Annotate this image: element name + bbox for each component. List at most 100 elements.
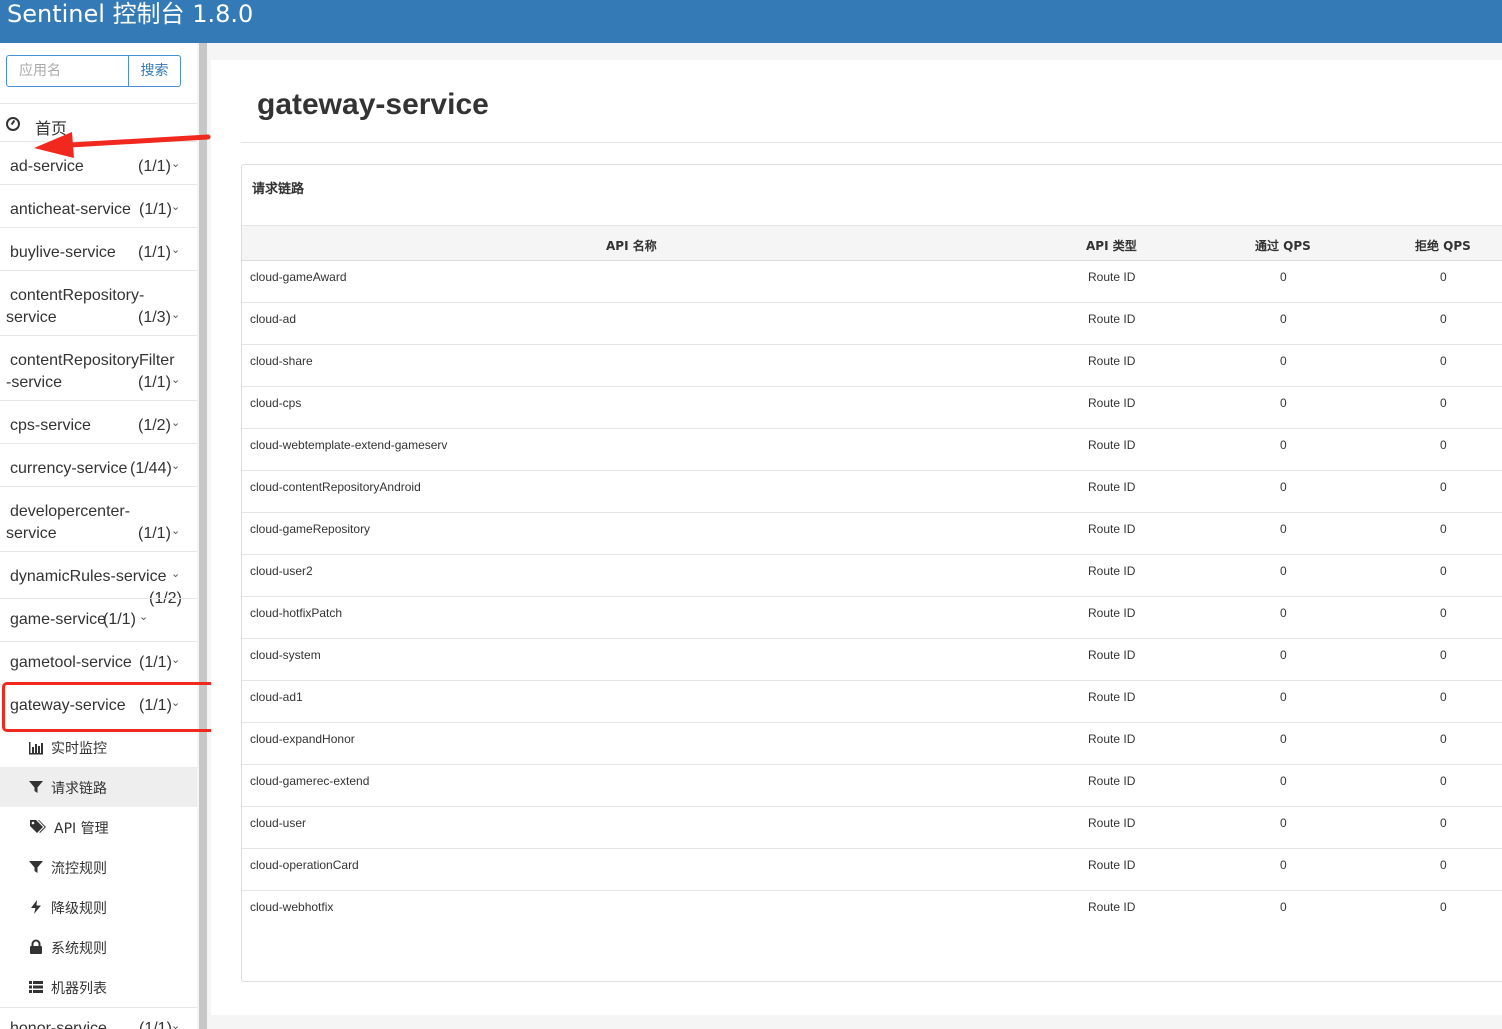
submenu-flow-rules[interactable]: 流控规则	[0, 847, 197, 887]
divider	[241, 142, 1502, 143]
search-button[interactable]: 搜索	[128, 56, 180, 86]
sidebar-app-developercenter-service[interactable]: developercenter- service (1/1) ⌄	[0, 486, 197, 551]
submenu-label: 请求链路	[51, 781, 107, 797]
submenu-request-chain[interactable]: 请求链路	[0, 767, 197, 807]
block-qps-cell: 0	[1440, 438, 1447, 452]
sidebar-app-contentrepository-service[interactable]: contentRepository- service (1/3) ⌄	[0, 270, 197, 335]
pass-qps-cell: 0	[1280, 354, 1287, 368]
table-row: cloud-system Route ID 0 0	[242, 639, 1502, 681]
app-count: (1/1)	[138, 244, 171, 261]
bar-chart-icon	[29, 742, 43, 755]
block-qps-cell: 0	[1440, 690, 1447, 704]
column-api-type[interactable]: API 类型	[1086, 237, 1137, 254]
submenu-label: API 管理	[54, 821, 109, 837]
chevron-down-icon: ⌄	[171, 309, 181, 321]
column-pass-qps[interactable]: 通过 QPS	[1255, 237, 1311, 254]
api-type-cell: Route ID	[1088, 396, 1136, 410]
app-count: (1/44)	[130, 460, 172, 477]
column-api-name[interactable]: API 名称	[606, 237, 657, 254]
app-count: (1/1)	[138, 525, 171, 542]
table-row: cloud-gamerec-extend Route ID 0 0	[242, 765, 1502, 807]
table-row: cloud-user Route ID 0 0	[242, 807, 1502, 849]
main-content: gateway-service 请求链路 API 名称 API 类型 通过 QP…	[211, 60, 1502, 1015]
sidebar-app-game-service[interactable]: game-service (1/1) ⌄	[0, 598, 197, 641]
app-name-continued: service	[6, 525, 57, 542]
block-qps-cell: 0	[1440, 858, 1447, 872]
sidebar-app-dynamicrules-service[interactable]: dynamicRules-service ⌄ (1/2)	[0, 551, 197, 607]
api-type-cell: Route ID	[1088, 858, 1136, 872]
table-row: cloud-ad1 Route ID 0 0	[242, 681, 1502, 723]
block-qps-cell: 0	[1440, 312, 1447, 326]
api-type-cell: Route ID	[1088, 564, 1136, 578]
table-row: cloud-cps Route ID 0 0	[242, 387, 1502, 429]
api-name-cell: cloud-user2	[250, 564, 313, 578]
pass-qps-cell: 0	[1280, 606, 1287, 620]
submenu-api-management[interactable]: API 管理	[0, 807, 197, 847]
app-name-continued: service	[6, 309, 57, 326]
api-type-cell: Route ID	[1088, 732, 1136, 746]
page-title: gateway-service	[257, 88, 489, 121]
chevron-down-icon: ⌄	[171, 525, 181, 537]
api-name-cell: cloud-webtemplate-extend-gameserv	[250, 438, 448, 452]
api-name-cell: cloud-share	[250, 354, 313, 368]
api-type-cell: Route ID	[1088, 606, 1136, 620]
sidebar-app-cps-service[interactable]: cps-service (1/2) ⌄	[0, 400, 197, 443]
filter-icon	[29, 781, 43, 793]
block-qps-cell: 0	[1440, 900, 1447, 914]
table-row: cloud-expandHonor Route ID 0 0	[242, 723, 1502, 765]
chevron-down-icon: ⌄	[171, 697, 181, 709]
pass-qps-cell: 0	[1280, 438, 1287, 452]
sidebar-app-gametool-service[interactable]: gametool-service (1/1) ⌄	[0, 641, 197, 684]
lock-icon	[30, 939, 42, 954]
api-type-cell: Route ID	[1088, 354, 1136, 368]
submenu-label: 系统规则	[51, 941, 107, 957]
api-name-cell: cloud-hotfixPatch	[250, 606, 343, 620]
pass-qps-cell: 0	[1280, 774, 1287, 788]
pass-qps-cell: 0	[1280, 648, 1287, 662]
sidebar-scrollbar[interactable]	[199, 43, 207, 1029]
submenu-degrade-rules[interactable]: 降级规则	[0, 887, 197, 927]
sidebar-app-gateway-service[interactable]: gateway-service (1/1) ⌄	[0, 684, 197, 727]
sidebar-app-buylive-service[interactable]: buylive-service (1/1) ⌄	[0, 227, 197, 270]
app-name-continued: -service	[6, 374, 63, 391]
api-name-cell: cloud-gameAward	[250, 270, 347, 284]
table-row: cloud-gameAward Route ID 0 0	[242, 261, 1502, 303]
app-name: game-service	[10, 611, 107, 628]
pass-qps-cell: 0	[1280, 900, 1287, 914]
chevron-down-icon: ⌄	[171, 374, 181, 386]
api-name-cell: cloud-contentRepositoryAndroid	[250, 480, 421, 494]
column-block-qps[interactable]: 拒绝 QPS	[1415, 237, 1471, 254]
app-count: (1/1)	[103, 611, 136, 628]
submenu-system-rules[interactable]: 系统规则	[0, 927, 197, 967]
pass-qps-cell: 0	[1280, 564, 1287, 578]
app-name: honor-service	[10, 1020, 107, 1029]
sidebar-app-honor-service[interactable]: honor-service (1/1) ⌄	[0, 1007, 197, 1029]
chevron-down-icon: ⌄	[171, 654, 181, 666]
app-name: contentRepositoryFilter	[10, 352, 175, 369]
submenu-machine-list[interactable]: 机器列表	[0, 967, 197, 1007]
chevron-down-icon: ⌄	[171, 201, 181, 213]
block-qps-cell: 0	[1440, 522, 1447, 536]
pass-qps-cell: 0	[1280, 858, 1287, 872]
submenu-realtime-monitor[interactable]: 实时监控	[0, 727, 197, 767]
table-row: cloud-gameRepository Route ID 0 0	[242, 513, 1502, 555]
dashboard-icon	[6, 117, 20, 131]
app-count: (1/1)	[138, 374, 171, 391]
submenu-label: 流控规则	[51, 861, 107, 877]
submenu-label: 降级规则	[51, 901, 107, 917]
app-count: (1/1)	[139, 697, 172, 714]
sidebar-app-anticheat-service[interactable]: anticheat-service (1/1) ⌄	[0, 184, 197, 227]
sidebar-app-currency-service[interactable]: currency-service (1/44) ⌄	[0, 443, 197, 486]
pass-qps-cell: 0	[1280, 312, 1287, 326]
api-type-cell: Route ID	[1088, 438, 1136, 452]
pass-qps-cell: 0	[1280, 522, 1287, 536]
table-row: cloud-hotfixPatch Route ID 0 0	[242, 597, 1502, 639]
block-qps-cell: 0	[1440, 606, 1447, 620]
app-search-input[interactable]	[7, 56, 127, 86]
table-row: cloud-share Route ID 0 0	[242, 345, 1502, 387]
sidebar-app-contentrepositoryfilter-service[interactable]: contentRepositoryFilter -service (1/1) ⌄	[0, 335, 197, 400]
tags-icon	[30, 820, 46, 833]
search-box: 搜索	[6, 55, 181, 87]
chevron-down-icon: ⌄	[171, 568, 181, 580]
app-name: ad-service	[10, 158, 84, 175]
